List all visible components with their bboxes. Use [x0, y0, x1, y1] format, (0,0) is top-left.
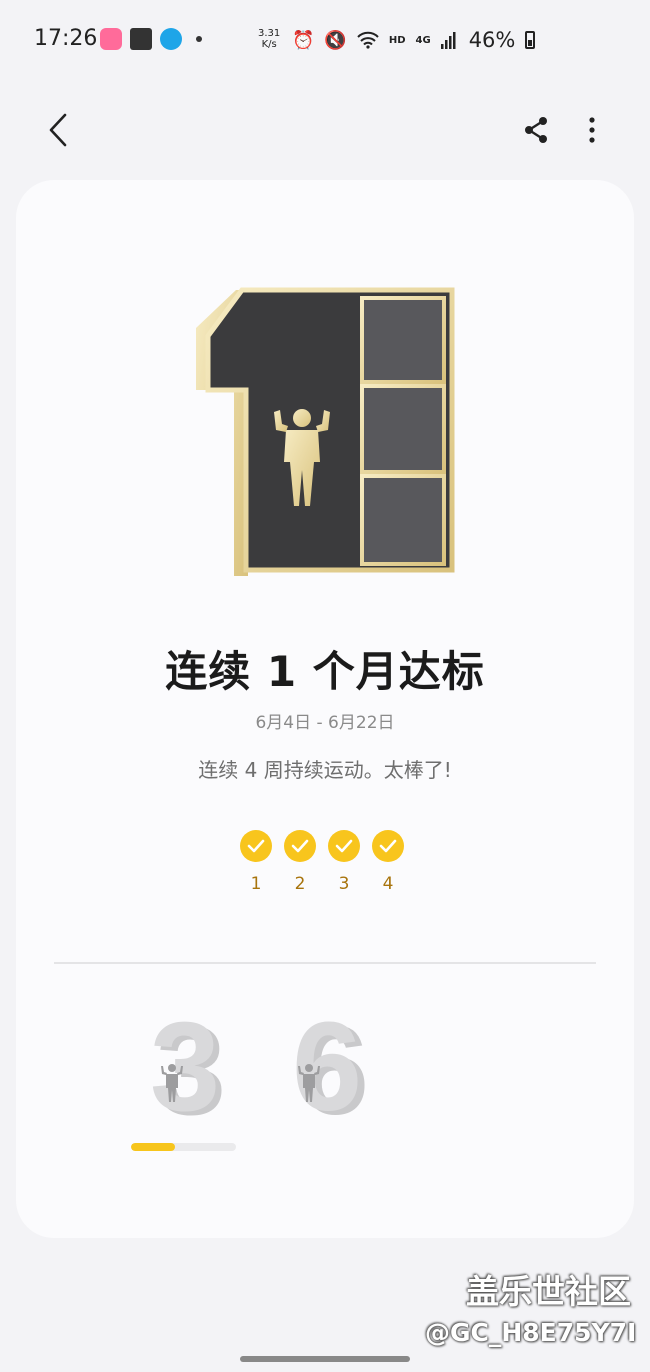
- top-app-bar: [0, 100, 650, 160]
- badge-progress-bar: [131, 1143, 236, 1151]
- share-button[interactable]: [514, 108, 558, 152]
- achievement-date-range: 6月4日 - 6月22日: [255, 713, 395, 733]
- watermark-handle: @GC_H8E75Y7I: [425, 1318, 637, 1347]
- share-icon: [525, 117, 547, 143]
- week-label: 3: [338, 874, 350, 894]
- divider: [54, 962, 596, 964]
- network-speed-value: 3.31: [258, 28, 281, 39]
- checkmark-icon: [240, 830, 272, 862]
- week-label: 2: [294, 874, 306, 894]
- home-indicator[interactable]: [240, 1356, 410, 1362]
- achievement-description: 连续 4 周持续运动。太棒了!: [198, 758, 452, 782]
- gallery-icon: [130, 28, 152, 50]
- checkmark-icon: [328, 830, 360, 862]
- locked-badge-3-months[interactable]: 3 3: [131, 1010, 241, 1130]
- qq-icon: [160, 28, 182, 50]
- wifi-icon: [357, 31, 379, 49]
- bilibili-app-icon: [100, 28, 122, 50]
- week-item: 1: [240, 830, 272, 894]
- achievement-title: 连续 1 个月达标: [165, 647, 485, 696]
- week-label: 4: [382, 874, 394, 894]
- week-item: 3: [328, 830, 360, 894]
- alarm-icon: ⏰: [292, 29, 315, 51]
- badge-number-face: 3: [150, 1010, 220, 1130]
- badge-number-face: 6: [292, 1010, 362, 1130]
- signal-icon: [440, 32, 456, 49]
- locked-badge-6-months[interactable]: 6 6: [272, 1010, 382, 1130]
- checkmark-icon: [284, 830, 316, 862]
- more-options-button[interactable]: [570, 108, 614, 152]
- back-button[interactable]: [36, 108, 80, 152]
- checkmark-icon: [372, 830, 404, 862]
- mute-icon: 🔇: [324, 29, 347, 51]
- network-speed: 3.31 K/s: [258, 28, 280, 50]
- battery-icon: [525, 31, 536, 49]
- achievement-card: 连续 1 个月达标 6月4日 - 6月22日 连续 4 周持续运动。太棒了! 1…: [16, 180, 634, 1238]
- battery-percent: 46%: [468, 28, 516, 52]
- network-speed-unit: K/s: [261, 39, 277, 50]
- week-progress: 1 2 3 4: [240, 830, 404, 894]
- status-time: 17:26: [34, 26, 98, 51]
- more-vertical-icon: [589, 117, 595, 143]
- week-item: 4: [372, 830, 404, 894]
- watermark-title: 盖乐世社区: [466, 1272, 631, 1311]
- notification-dot-icon: [196, 36, 202, 42]
- status-bar: 17:26 3.31 K/s ⏰ 🔇 HD 4G 46%: [0, 0, 650, 80]
- week-label: 1: [250, 874, 262, 894]
- week-item: 2: [284, 830, 316, 894]
- achievement-badge-1-month: [196, 287, 455, 576]
- hd-indicator: HD: [388, 34, 406, 46]
- back-arrow-icon: [49, 113, 67, 147]
- progress-fill: [131, 1143, 176, 1151]
- network-type: 4G: [415, 34, 431, 46]
